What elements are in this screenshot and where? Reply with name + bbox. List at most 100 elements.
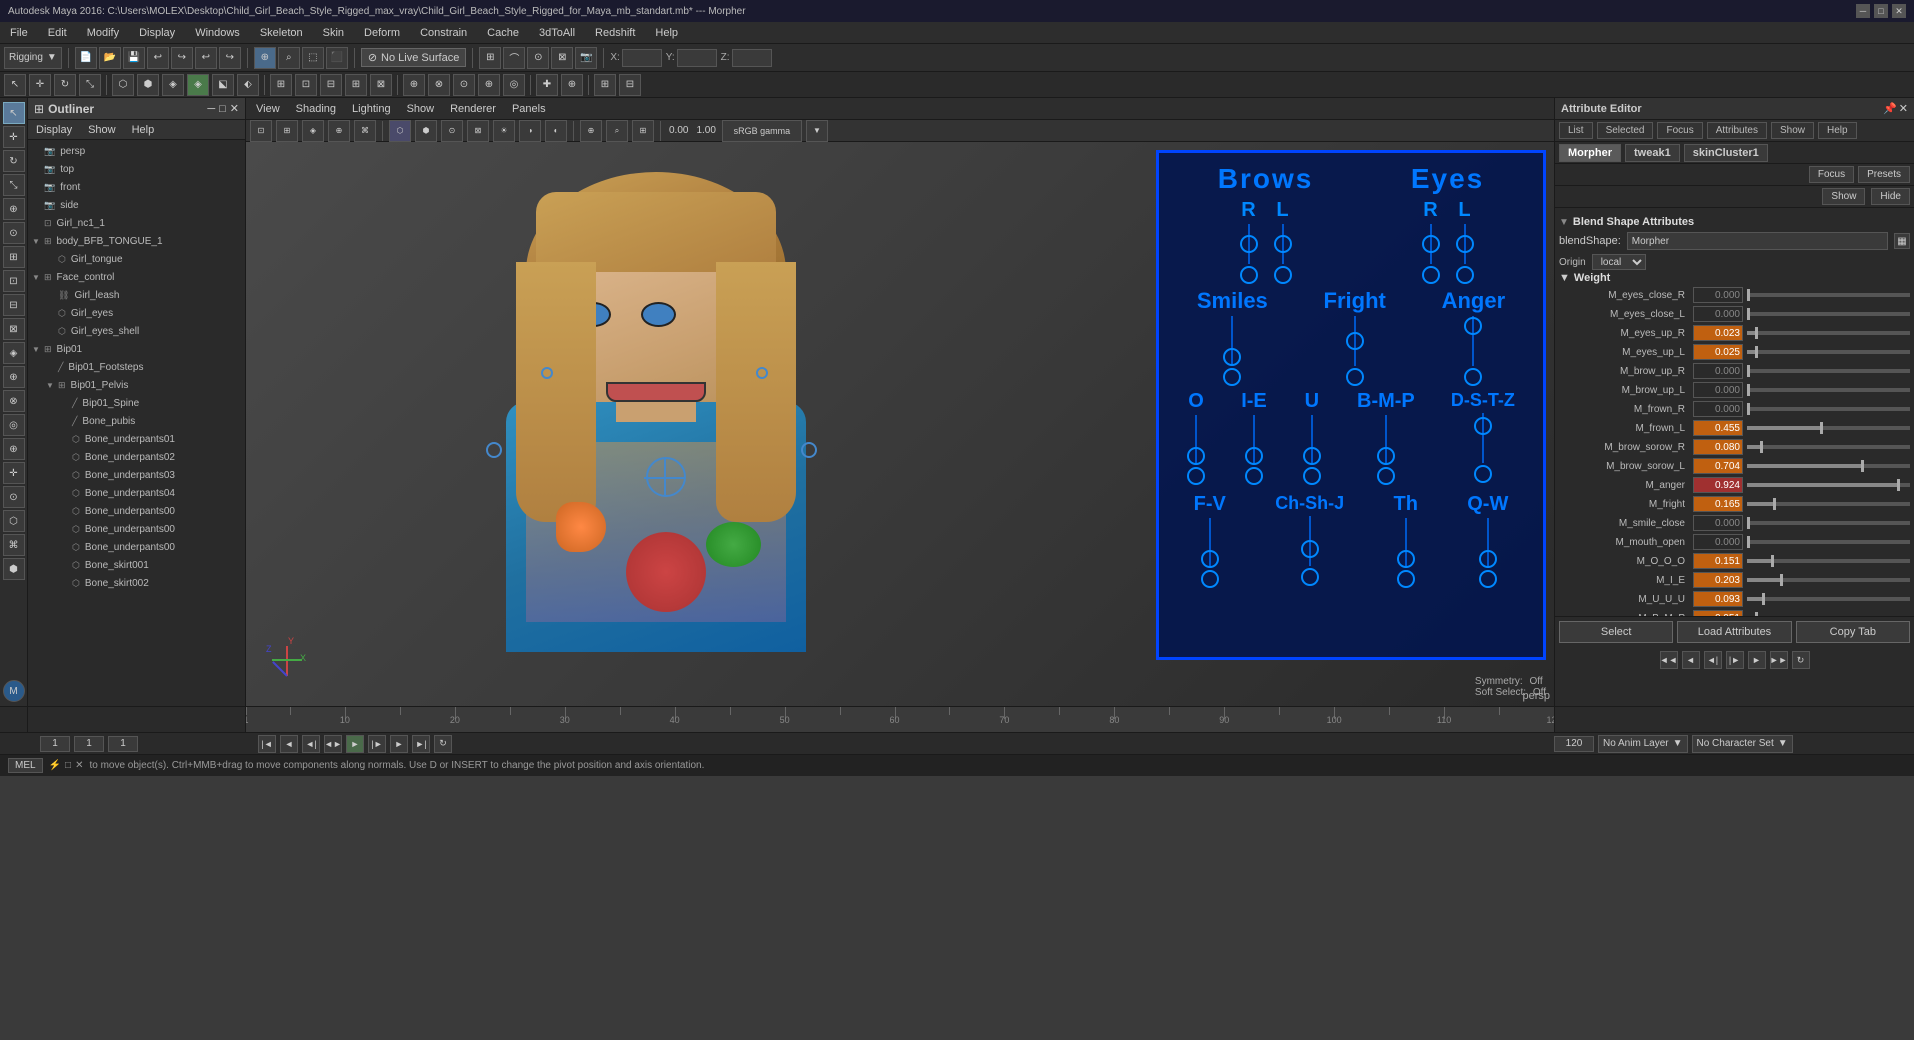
- scale-btn[interactable]: ⤡: [79, 74, 101, 96]
- rotate-btn[interactable]: ↻: [54, 74, 76, 96]
- tab-focus[interactable]: Focus: [1657, 122, 1702, 139]
- tab-attributes[interactable]: Attributes: [1707, 122, 1767, 139]
- tool18[interactable]: ⬡: [3, 510, 25, 532]
- pb-play-fwd[interactable]: ►: [346, 735, 364, 753]
- weight-section-header[interactable]: ▼ Weight: [1559, 272, 1910, 284]
- select-button[interactable]: Select: [1559, 621, 1673, 643]
- phon-QW-ctrl[interactable]: [1479, 570, 1497, 588]
- weight-value-input[interactable]: [1693, 534, 1743, 550]
- z-input[interactable]: [732, 49, 772, 67]
- outliner-item[interactable]: ╱Bip01_Footsteps: [28, 358, 245, 376]
- close-button[interactable]: ✕: [1892, 4, 1906, 18]
- manip5-btn[interactable]: ◎: [503, 74, 525, 96]
- phon-BMP-ctrl[interactable]: [1377, 467, 1395, 485]
- outliner-item[interactable]: ⬡Bone_skirt001: [28, 556, 245, 574]
- manip3-btn[interactable]: ⊙: [453, 74, 475, 96]
- outliner-menu-show[interactable]: Show: [84, 122, 120, 138]
- outliner-item[interactable]: 📷persp: [28, 142, 245, 160]
- move-tool[interactable]: ✛: [3, 126, 25, 148]
- snap-curve-btn[interactable]: ⌒: [503, 47, 525, 69]
- tool19[interactable]: ⌘: [3, 534, 25, 556]
- phon-U-ctrl[interactable]: [1303, 467, 1321, 485]
- vp-texture-btn[interactable]: ⊠: [467, 120, 489, 142]
- menu-cache[interactable]: Cache: [483, 25, 523, 41]
- outliner-item[interactable]: ⬡Bone_underpants00: [28, 538, 245, 556]
- fright-ctrl[interactable]: [1346, 368, 1364, 386]
- manip1-btn[interactable]: ⊕: [403, 74, 425, 96]
- undo-btn[interactable]: ↩: [147, 47, 169, 69]
- blend-shape-section-header[interactable]: ▼ Blend Shape Attributes: [1559, 216, 1910, 228]
- viewport-canvas[interactable]: Brows R L: [246, 142, 1554, 706]
- x-input[interactable]: [622, 49, 662, 67]
- phon-FV-ctrl[interactable]: [1201, 570, 1219, 588]
- weight-slider[interactable]: [1747, 388, 1910, 392]
- poly-select4-btn[interactable]: ◈: [187, 74, 209, 96]
- outliner-menu-help[interactable]: Help: [128, 122, 159, 138]
- select-arrow-btn[interactable]: ↖: [4, 74, 26, 96]
- load-attributes-button[interactable]: Load Attributes: [1677, 621, 1791, 643]
- pb-prev-key[interactable]: ◄|: [302, 735, 320, 753]
- pb-go-end[interactable]: ►|: [412, 735, 430, 753]
- maximize-button[interactable]: □: [1874, 4, 1888, 18]
- weight-slider[interactable]: [1747, 293, 1910, 297]
- vp-gamma-arrow[interactable]: ▼: [806, 120, 828, 142]
- blend-expand-btn[interactable]: ▦: [1894, 233, 1910, 249]
- vp-btn4[interactable]: ⊕: [328, 120, 350, 142]
- pb-next-frame[interactable]: ►: [390, 735, 408, 753]
- pb-loop[interactable]: ↻: [434, 735, 452, 753]
- vp-grid-btn[interactable]: ⊞: [632, 120, 654, 142]
- rotate-tool[interactable]: ↻: [3, 150, 25, 172]
- prev-btn[interactable]: ◄: [1682, 651, 1700, 669]
- vp-smooth-btn[interactable]: ⊙: [441, 120, 463, 142]
- vp-wire-btn[interactable]: ⬢: [415, 120, 437, 142]
- outliner-item[interactable]: ⬡Bone_skirt002: [28, 574, 245, 592]
- weight-slider[interactable]: [1747, 464, 1910, 468]
- phon-O-ctrl[interactable]: [1187, 467, 1205, 485]
- extra3-btn[interactable]: ⊞: [594, 74, 616, 96]
- focus-button[interactable]: Focus: [1809, 166, 1854, 183]
- pb-go-start[interactable]: |◄: [258, 735, 276, 753]
- tab-list[interactable]: List: [1559, 122, 1593, 139]
- outliner-item[interactable]: ⬡Girl_eyes: [28, 304, 245, 322]
- weight-slider[interactable]: [1747, 578, 1910, 582]
- tool17[interactable]: ⊙: [3, 486, 25, 508]
- scale-tool[interactable]: ⤡: [3, 174, 25, 196]
- transform3-btn[interactable]: ⊟: [320, 74, 342, 96]
- tool16[interactable]: ✛: [3, 462, 25, 484]
- vp-gamma-btn[interactable]: sRGB gamma: [722, 120, 802, 142]
- weight-value-input[interactable]: [1693, 420, 1743, 436]
- universal-tool[interactable]: ⊕: [3, 198, 25, 220]
- poly-select3-btn[interactable]: ◈: [162, 74, 184, 96]
- manip4-btn[interactable]: ⊕: [478, 74, 500, 96]
- select-tool[interactable]: ↖: [3, 102, 25, 124]
- menu-windows[interactable]: Windows: [191, 25, 244, 41]
- redo2-btn[interactable]: ↪: [219, 47, 241, 69]
- lighting-menu[interactable]: Lighting: [348, 101, 395, 117]
- no-char-set-btn[interactable]: No Character Set ▼: [1692, 735, 1793, 753]
- show-menu[interactable]: Show: [403, 101, 439, 117]
- soft-mod-tool[interactable]: ⊙: [3, 222, 25, 244]
- next-btn[interactable]: ►: [1748, 651, 1766, 669]
- outliner-item[interactable]: 📷top: [28, 160, 245, 178]
- snap-view-btn[interactable]: ⊠: [551, 47, 573, 69]
- tool15[interactable]: ⊕: [3, 438, 25, 460]
- vp-light-btn[interactable]: ☀: [493, 120, 515, 142]
- vp-paint-btn[interactable]: ⌕: [606, 120, 628, 142]
- select-btn[interactable]: ⊕: [254, 47, 276, 69]
- vp-manip-btn[interactable]: ⊕: [580, 120, 602, 142]
- phon-DSTZ-ctrl[interactable]: [1474, 465, 1492, 483]
- extra2-btn[interactable]: ⊕: [561, 74, 583, 96]
- phon-IE-ctrl[interactable]: [1245, 467, 1263, 485]
- soft-select-btn[interactable]: ⬛: [326, 47, 348, 69]
- brows-l-ctrl[interactable]: [1274, 266, 1292, 284]
- smiles-ctrl[interactable]: [1223, 368, 1241, 386]
- pb-play-back[interactable]: ◄►: [324, 735, 342, 753]
- outliner-item[interactable]: ▼⊞Bip01_Pelvis: [28, 376, 245, 394]
- phon-ChShJ-ctrl[interactable]: [1301, 568, 1319, 586]
- poly-select2-btn[interactable]: ⬢: [137, 74, 159, 96]
- renderer-menu[interactable]: Renderer: [446, 101, 500, 117]
- outliner-restore[interactable]: □: [219, 103, 226, 115]
- outliner-item[interactable]: ⬡Girl_eyes_shell: [28, 322, 245, 340]
- transform4-btn[interactable]: ⊞: [345, 74, 367, 96]
- anger-ctrl[interactable]: [1464, 368, 1482, 386]
